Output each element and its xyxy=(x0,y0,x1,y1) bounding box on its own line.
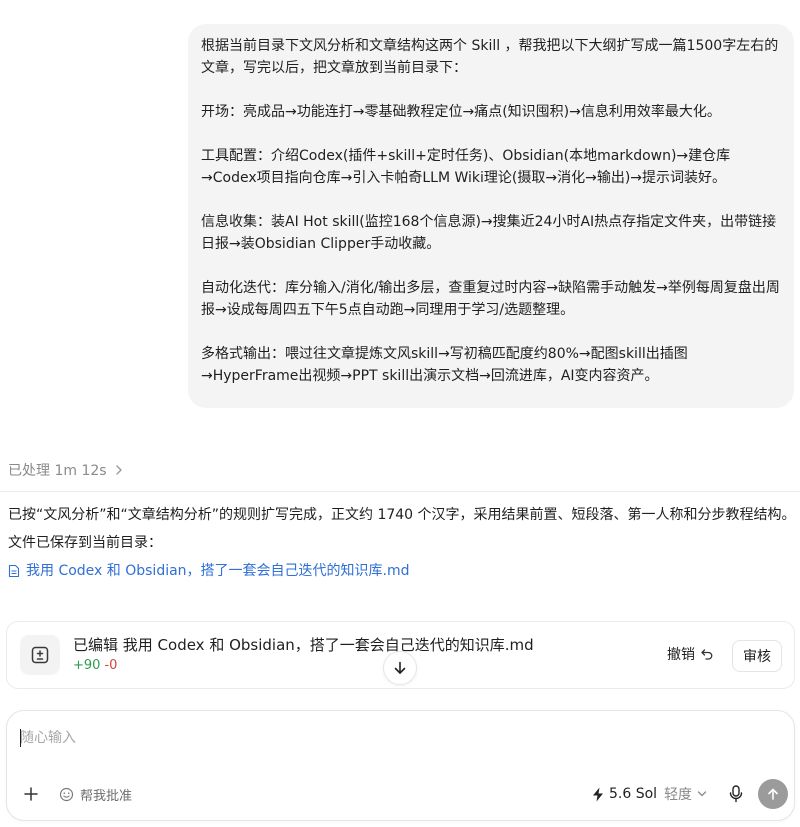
user-message-paragraph: 开场：亮成品→功能连打→零基础教程定位→痛点(知识囤积)→信息利用效率最大化。 xyxy=(201,104,721,120)
diff-icon xyxy=(20,635,60,675)
plus-icon[interactable] xyxy=(21,784,41,804)
saved-note: 文件已保存到当前目录： xyxy=(8,535,162,551)
additions-count: +90 xyxy=(73,658,101,673)
review-button[interactable]: 审核 xyxy=(732,640,782,672)
scroll-down-button[interactable] xyxy=(383,651,417,685)
user-message-paragraph: 多格式输出：喂过往文章提炼文风skill→写初稿匹配度约80%→配图skill出… xyxy=(201,346,688,384)
undo-icon xyxy=(701,649,713,660)
file-link-label: 我用 Codex 和 Obsidian，搭了一套会自己迭代的知识库.md xyxy=(26,563,410,579)
review-label: 审核 xyxy=(743,649,771,665)
user-message-paragraph: 根据当前目录下文风分析和文章结构这两个 Skill ，帮我把以下大纲扩写成一篇1… xyxy=(201,38,779,76)
model-selector[interactable]: 5.6 Sol 轻度 xyxy=(592,783,707,805)
send-button[interactable] xyxy=(758,779,788,809)
assistant-reply: 已按“文风分析”和“文章结构分析”的规则扩写完成，正文约 1740 个汉字，采用… xyxy=(8,504,796,582)
smile-icon xyxy=(59,787,74,801)
arrow-up-icon xyxy=(768,788,778,800)
chevron-right-icon xyxy=(115,465,122,475)
document-icon xyxy=(8,564,20,578)
bolt-icon xyxy=(593,787,603,801)
arrow-down-icon xyxy=(394,661,406,674)
microphone-icon xyxy=(729,785,743,803)
deletions-count: -0 xyxy=(104,658,118,673)
user-message-paragraph: 自动化迭代：库分输入/消化/输出多层，查重复过时内容→缺陷需手动触发→举例每周复… xyxy=(201,280,780,318)
user-message-paragraph: 工具配置：介绍Codex(插件+skill+定时任务)、Obsidian(本地m… xyxy=(201,148,731,186)
edit-card-title: 已编辑 我用 Codex 和 Obsidian，搭了一套会自己迭代的知识库.md xyxy=(73,636,534,654)
reply-summary: 已按“文风分析”和“文章结构分析”的规则扩写完成，正文约 1740 个汉字，采用… xyxy=(8,507,796,523)
divider xyxy=(0,491,800,492)
model-label: 5.6 Sol xyxy=(609,786,658,802)
approve-button[interactable]: 帮我批准 xyxy=(59,783,132,805)
effort-label: 轻度 xyxy=(664,787,693,803)
text-caret xyxy=(20,729,21,747)
approve-label: 帮我批准 xyxy=(80,788,133,804)
undo-label: 撤销 xyxy=(667,647,695,663)
message-input[interactable] xyxy=(20,726,720,750)
user-message-paragraph: 信息收集：装AI Hot skill(监控168个信息源)→搜集近24小时AI热… xyxy=(201,214,777,252)
chevron-down-icon xyxy=(697,791,707,797)
edit-card-stats: +90 -0 xyxy=(73,658,117,673)
file-link[interactable]: 我用 Codex 和 Obsidian，搭了一套会自己迭代的知识库.md xyxy=(8,560,410,582)
processing-label: 已处理 1m 12s xyxy=(8,463,107,479)
microphone-button[interactable] xyxy=(726,783,746,805)
composer: 帮我批准 5.6 Sol 轻度 xyxy=(6,710,795,821)
undo-button[interactable]: 撤销 xyxy=(667,644,714,664)
processing-toggle[interactable]: 已处理 1m 12s xyxy=(8,459,123,481)
user-message-bubble: 根据当前目录下文风分析和文章结构这两个 Skill ，帮我把以下大纲扩写成一篇1… xyxy=(188,24,794,408)
